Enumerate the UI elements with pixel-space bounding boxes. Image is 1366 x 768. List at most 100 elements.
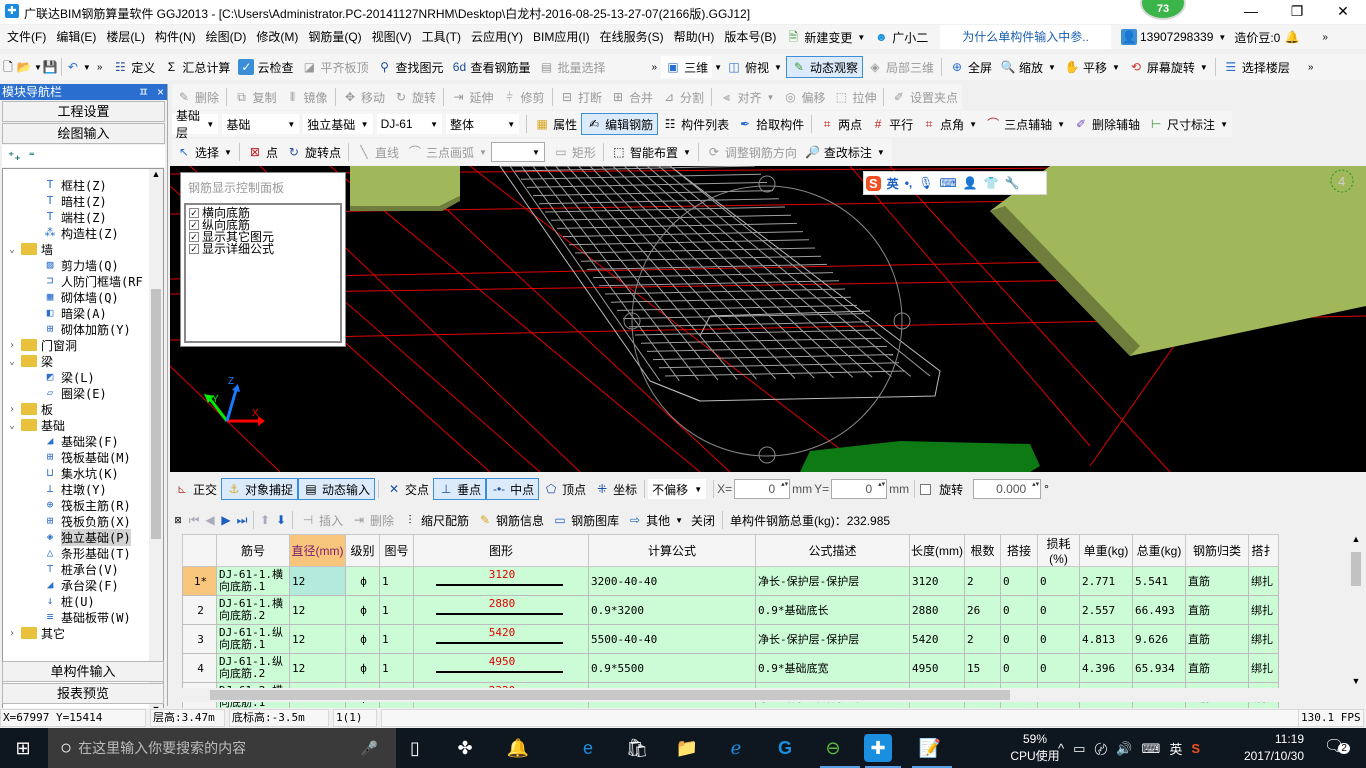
cell-fig[interactable]: 1: [379, 595, 414, 625]
cell-len[interactable]: 4950: [909, 653, 965, 683]
glodon-g-icon[interactable]: G: [770, 734, 800, 762]
pan-button[interactable]: ✋ 平移 ▼: [1060, 56, 1124, 78]
view-rebar-qty-button[interactable]: 6d 查看钢筋量: [447, 56, 534, 78]
column-header[interactable]: 单重(kg): [1079, 534, 1133, 567]
set-grip-button[interactable]: ✐ 设置夹点: [887, 86, 962, 108]
copy-button[interactable]: ⧉ 复制: [229, 86, 280, 108]
tree-item[interactable]: ⊞ 砌体加筋(Y): [3, 321, 163, 337]
rebar-display-option[interactable]: ✓ 显示详细公式: [189, 243, 337, 255]
move-down-icon[interactable]: ⬇: [273, 512, 289, 528]
move-button[interactable]: ✥ 移动: [338, 86, 389, 108]
table-vertical-scrollbar[interactable]: ▲ ▼: [1348, 534, 1364, 686]
cell-count[interactable]: 2: [964, 624, 1001, 654]
cell-unit_w[interactable]: 4.396: [1079, 653, 1133, 683]
cell-loss[interactable]: 0: [1037, 653, 1080, 683]
menu-item[interactable]: 云应用(Y): [466, 25, 528, 49]
break-button[interactable]: ⊟ 打断: [555, 86, 606, 108]
align-slab-top-button[interactable]: ◪ 平齐板顶: [297, 56, 372, 78]
rotate-point-button[interactable]: ↻ 旋转点: [282, 141, 345, 163]
tree-item[interactable]: ▨ 剪力墙(Q): [3, 257, 163, 273]
cell-formula[interactable]: 0.9*5500: [588, 653, 756, 683]
object-snap-toggle[interactable]: ⚓ 对象捕捉: [221, 478, 299, 500]
tree-folder[interactable]: › 板: [3, 401, 163, 417]
green-app-icon[interactable]: ⊖: [818, 734, 848, 762]
tree-scroll-thumb[interactable]: [151, 289, 161, 539]
save-icon[interactable]: 💾: [42, 59, 58, 75]
table-hscroll-thumb[interactable]: [210, 690, 1010, 700]
column-header[interactable]: 公式描述: [755, 534, 910, 567]
cell-unit_w[interactable]: 4.813: [1079, 624, 1133, 654]
close-icon[interactable]: ×: [157, 85, 164, 99]
tree-folder[interactable]: ⌄ 梁: [3, 353, 163, 369]
find-element-button[interactable]: ⚲ 查找图元: [372, 56, 447, 78]
next-record-icon[interactable]: ▶: [218, 512, 234, 528]
table-row[interactable]: 3 DJ-61-1.纵向底筋.1 12 ф 1 5420 5500-40-40 净长-保护层-…: [182, 624, 1279, 654]
account-dropdown[interactable]: 👤 13907298339 ▼: [1117, 26, 1230, 48]
prev-record-icon[interactable]: ◀: [202, 512, 218, 528]
checkbox-icon[interactable]: ✓: [189, 208, 199, 218]
rebar-library-button[interactable]: ▭ 钢筋图库: [548, 509, 623, 531]
cell-count[interactable]: 26: [964, 595, 1001, 625]
cell-loss[interactable]: 0: [1037, 624, 1080, 654]
line-button[interactable]: ╲ 直线: [352, 141, 403, 163]
cell-total_w[interactable]: 65.934: [1132, 653, 1186, 683]
top-view-button[interactable]: ◫ 俯视 ▼: [722, 56, 786, 78]
cell-grade[interactable]: ф: [345, 653, 380, 683]
dimension-button[interactable]: ⊢ 尺寸标注 ▼: [1144, 113, 1232, 135]
draw-mode-combo[interactable]: ▼: [490, 142, 545, 162]
rotate-button[interactable]: ↻ 旋转: [389, 86, 440, 108]
tree-folder[interactable]: ⌄ 基础: [3, 417, 163, 433]
volume-icon[interactable]: 🔊: [1116, 741, 1132, 757]
tree-item[interactable]: △ 条形基础(T): [3, 545, 163, 561]
cell-len[interactable]: 5420: [909, 624, 965, 654]
cell-lap_type[interactable]: 绑扎: [1248, 595, 1279, 625]
split-button[interactable]: ⊿ 分割: [657, 86, 708, 108]
dynamic-orbit-button[interactable]: ✎ 动态观察: [785, 56, 863, 78]
tree-item[interactable]: ⊞ 筏板基础(M): [3, 449, 163, 465]
move-up-icon[interactable]: ⬆: [257, 512, 273, 528]
cell-desc[interactable]: 0.9*基础底宽: [755, 653, 910, 683]
rebar-info-button[interactable]: ✎ 钢筋信息: [473, 509, 548, 531]
cell-cls[interactable]: 直筋: [1185, 566, 1249, 596]
cell-count[interactable]: 15: [964, 653, 1001, 683]
table-row[interactable]: 1* DJ-61-1.横向底筋.1 12 ф 1 3120 3200-40-40 净长-保护层…: [182, 566, 1279, 596]
pin-icon[interactable]: ㅍ: [138, 85, 149, 99]
rotate-checkbox[interactable]: [920, 483, 932, 495]
open-folder-icon[interactable]: 📂: [16, 59, 32, 75]
cell-total_w[interactable]: 9.626: [1132, 624, 1186, 654]
close-button[interactable]: ✕: [1320, 0, 1366, 24]
chevron-down-icon[interactable]: ⌄: [9, 356, 21, 367]
cell-formula[interactable]: 3200-40-40: [588, 566, 756, 596]
tree-item[interactable]: ◧ 暗梁(A): [3, 305, 163, 321]
cell-fig[interactable]: 1: [379, 566, 414, 596]
bell-icon[interactable]: 🔔: [1284, 29, 1300, 45]
cell-name[interactable]: DJ-61-1.纵向底筋.2: [216, 653, 290, 683]
cell-fig[interactable]: 1: [379, 653, 414, 683]
define-button[interactable]: ☷ 定义: [108, 56, 159, 78]
chevron-right-icon[interactable]: ›: [9, 404, 21, 415]
cell-fig[interactable]: 1: [379, 624, 414, 654]
cell-grade[interactable]: ф: [345, 624, 380, 654]
column-header[interactable]: 计算公式: [588, 534, 756, 567]
last-record-icon[interactable]: ⏭: [234, 512, 250, 528]
score-badge[interactable]: 73: [1140, 0, 1186, 20]
report-preview-button[interactable]: 报表预览: [2, 683, 164, 704]
delete-row-button[interactable]: ⇥ 删除: [347, 509, 398, 531]
close-button-grid[interactable]: 关闭: [687, 509, 719, 531]
part-select[interactable]: 整体 ▼: [446, 114, 520, 134]
touch-keyboard-icon[interactable]: ⌨: [1142, 741, 1161, 757]
tree-item[interactable]: ⊕ 筏板主筋(R): [3, 497, 163, 513]
chevron-down-icon[interactable]: ⌄: [9, 420, 21, 431]
store-icon[interactable]: 🛍: [622, 734, 652, 762]
point-angle-axis-button[interactable]: ⌗ 点角 ▼: [917, 113, 981, 135]
y-offset-input[interactable]: 0: [831, 479, 888, 499]
cell-desc[interactable]: 净长-保护层-保护层: [755, 624, 910, 654]
tree-item[interactable]: ◢ 承台梁(F): [3, 577, 163, 593]
cell-dia[interactable]: 12: [289, 624, 346, 654]
single-component-input-button[interactable]: 单构件输入: [2, 661, 164, 682]
cell-cls[interactable]: 直筋: [1185, 624, 1249, 654]
edit-rebar-button[interactable]: ✍ 编辑钢筋: [581, 113, 659, 135]
properties-button[interactable]: ▦ 属性: [530, 113, 581, 135]
align-button[interactable]: ⫷ 对齐 ▼: [715, 86, 779, 108]
three-point-arc-button[interactable]: ⌒ 三点画弧 ▼: [403, 141, 491, 163]
